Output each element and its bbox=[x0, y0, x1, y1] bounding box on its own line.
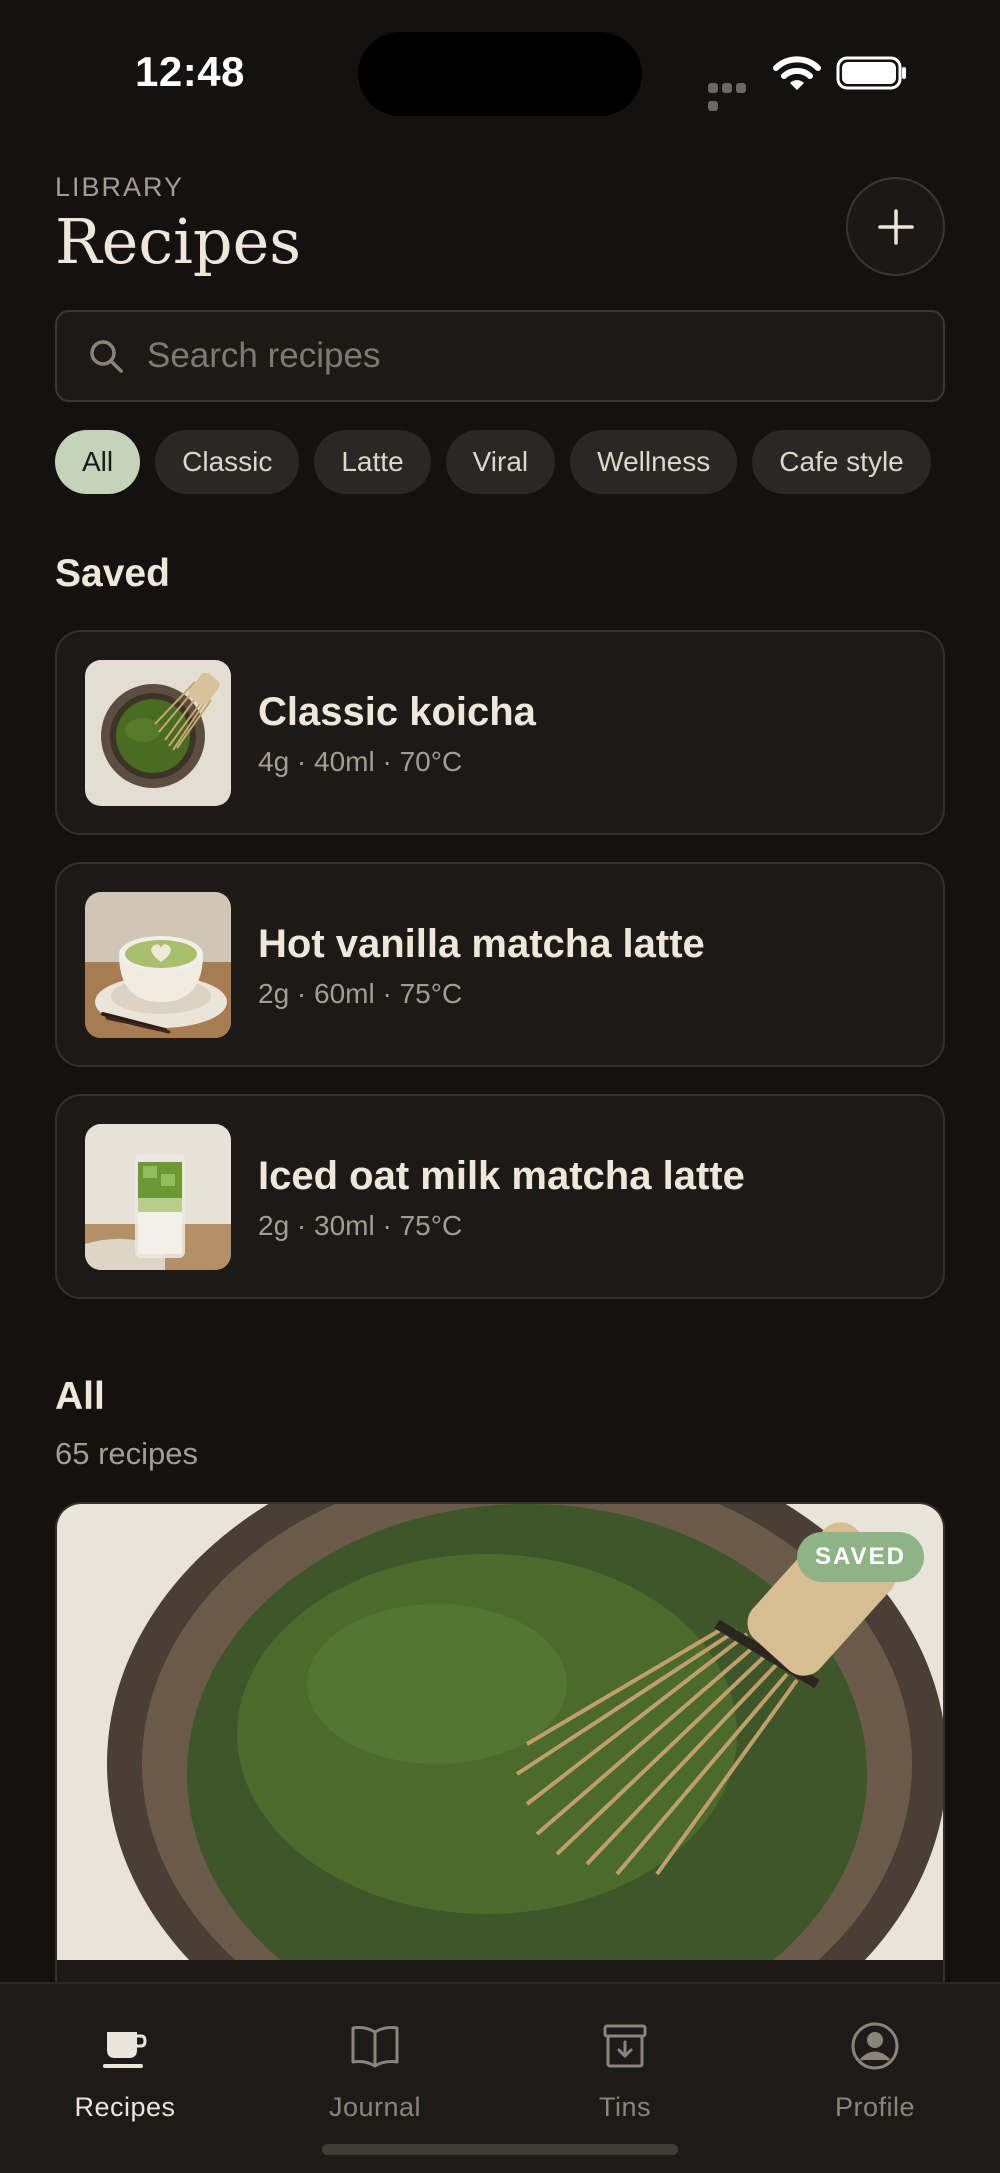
search-icon bbox=[90, 340, 123, 373]
tab-tins[interactable]: Tins bbox=[500, 2020, 750, 2123]
tab-label: Profile bbox=[834, 2092, 916, 2122]
wifi-icon bbox=[773, 56, 821, 90]
iced-latte-image bbox=[85, 1124, 231, 1270]
tab-label: Recipes bbox=[74, 2092, 176, 2122]
tab-profile[interactable]: Profile bbox=[750, 2020, 1000, 2123]
recipe-meta: 2g · 30ml · 75°C bbox=[258, 1210, 463, 1241]
cup-icon bbox=[103, 2032, 147, 2068]
latte-cup-image bbox=[85, 892, 231, 1038]
plus-icon bbox=[877, 208, 914, 245]
status-time: 12:48 bbox=[135, 48, 245, 95]
library-eyebrow: LIBRARY bbox=[55, 172, 185, 202]
tab-label: Journal bbox=[328, 2092, 422, 2122]
chip-classic[interactable]: Classic bbox=[155, 430, 300, 494]
chip-viral[interactable]: Viral bbox=[445, 430, 556, 494]
saved-recipe-card[interactable]: Hot vanilla matcha latte 2g · 60ml · 75°… bbox=[55, 862, 945, 1067]
recipe-count: 65 recipes bbox=[55, 1436, 199, 1471]
saved-badge: SAVED bbox=[797, 1532, 924, 1582]
featured-recipe-card[interactable]: SAVED bbox=[55, 1502, 945, 2022]
chip-all[interactable]: All bbox=[55, 430, 141, 494]
cellular-signal-icon bbox=[708, 80, 762, 111]
recipe-title: Classic koicha bbox=[258, 690, 536, 734]
page-title: Recipes bbox=[55, 205, 302, 278]
recipe-meta: 2g · 60ml · 75°C bbox=[258, 978, 463, 1009]
battery-icon bbox=[836, 56, 906, 90]
chip-cafe-style[interactable]: Cafe style bbox=[752, 430, 931, 494]
tab-label: Tins bbox=[598, 2092, 651, 2122]
tab-recipes[interactable]: Recipes bbox=[0, 2020, 250, 2123]
recipe-meta: 4g · 40ml · 70°C bbox=[258, 746, 463, 777]
profile-icon bbox=[851, 2022, 899, 2070]
saved-recipe-card[interactable]: Classic koicha 4g · 40ml · 70°C bbox=[55, 630, 945, 835]
add-recipe-button[interactable] bbox=[846, 177, 945, 276]
search-input[interactable] bbox=[147, 336, 943, 376]
status-bar: 12:48 bbox=[0, 0, 1000, 150]
chip-latte[interactable]: Latte bbox=[314, 430, 431, 494]
recipe-title: Iced oat milk matcha latte bbox=[258, 1154, 745, 1198]
tab-journal[interactable]: Journal bbox=[250, 2020, 500, 2123]
chip-wellness[interactable]: Wellness bbox=[570, 430, 738, 494]
home-indicator[interactable] bbox=[322, 2144, 678, 2155]
koicha-bowl-image bbox=[85, 660, 231, 806]
saved-section-title: Saved bbox=[55, 552, 170, 595]
search-bar[interactable] bbox=[55, 310, 945, 402]
all-section-title: All bbox=[55, 1375, 105, 1418]
recipe-title: Hot vanilla matcha latte bbox=[258, 922, 705, 966]
tin-icon bbox=[603, 2024, 647, 2068]
saved-recipe-card[interactable]: Iced oat milk matcha latte 2g · 30ml · 7… bbox=[55, 1094, 945, 1299]
filter-chips: All Classic Latte Viral Wellness Cafe style bbox=[55, 430, 945, 494]
dynamic-island bbox=[358, 32, 642, 116]
book-icon bbox=[351, 2026, 399, 2068]
